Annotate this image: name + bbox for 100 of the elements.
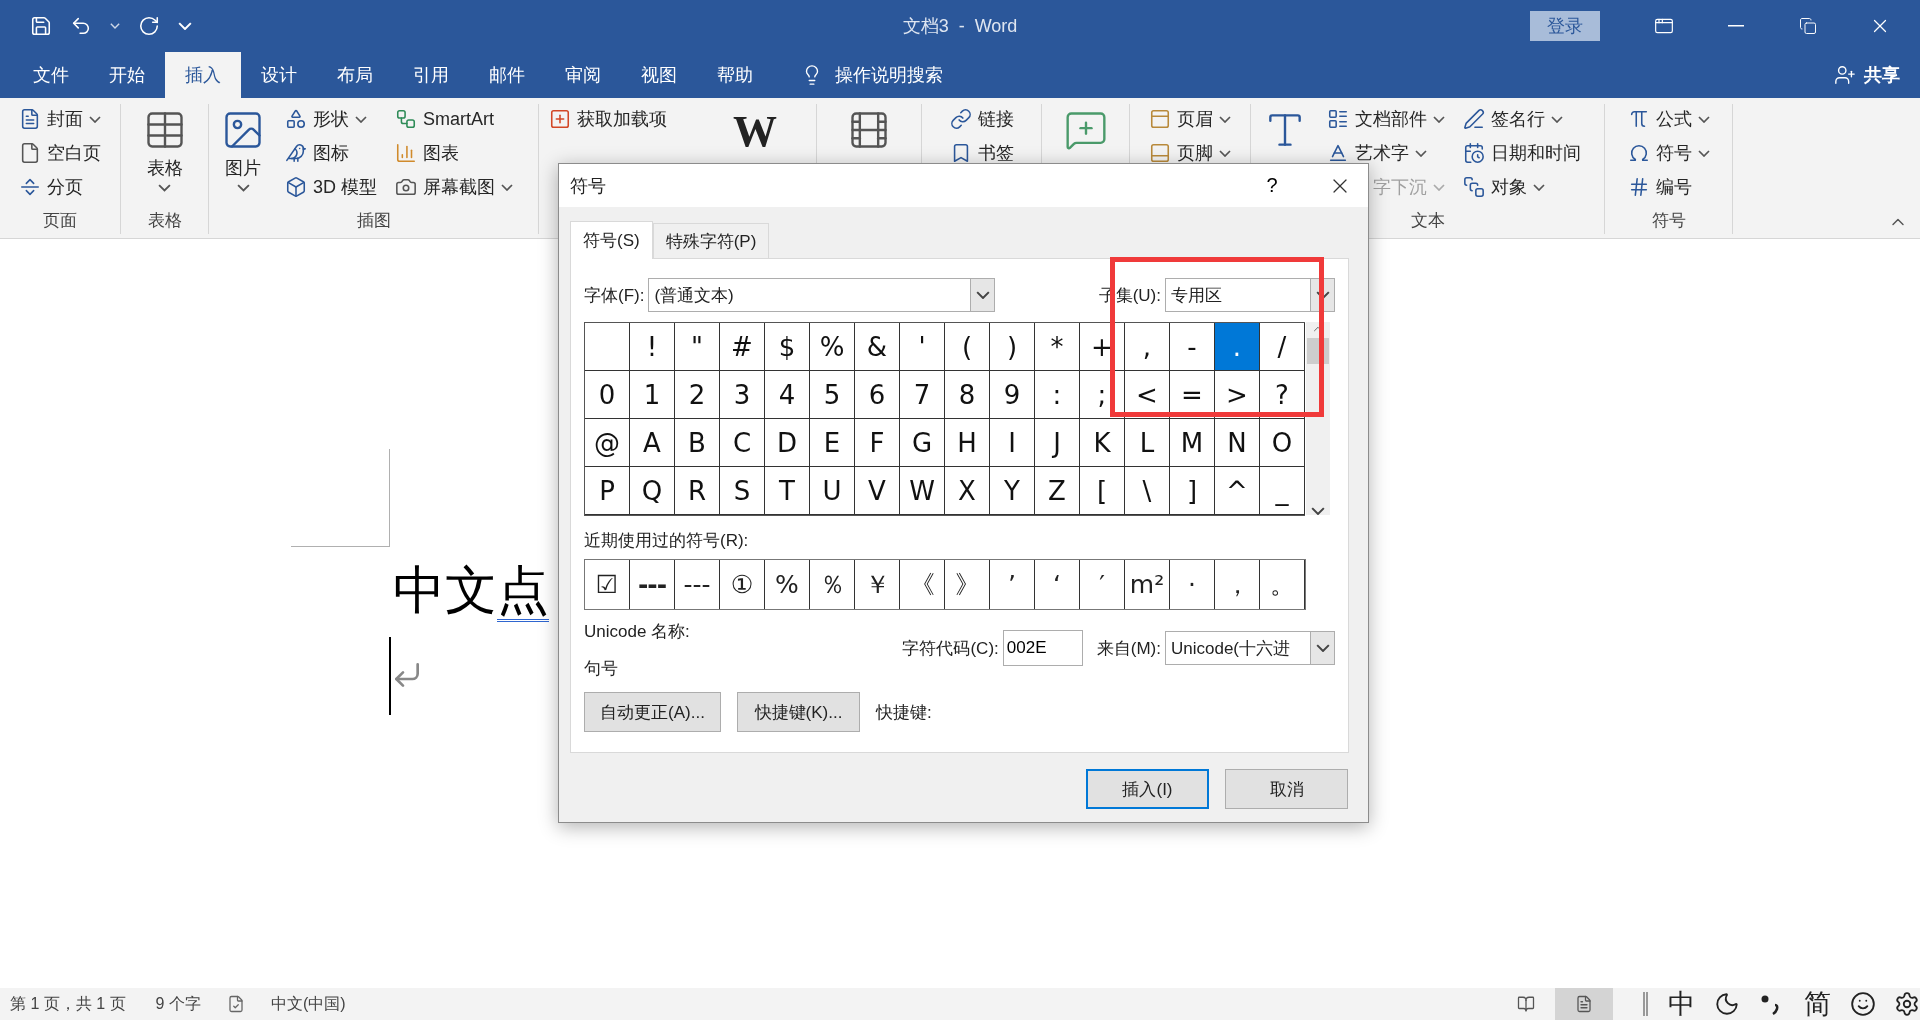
symbol-cell[interactable]: C bbox=[720, 419, 765, 467]
symbol-cell[interactable]: K bbox=[1080, 419, 1125, 467]
symbol-cell[interactable]: I bbox=[990, 419, 1035, 467]
symbol-cell[interactable]: * bbox=[1035, 323, 1080, 371]
ribbon-button[interactable]: 获取加载项 bbox=[547, 102, 669, 136]
ime-handle[interactable] bbox=[1643, 992, 1648, 1016]
shortcut-button[interactable]: 快捷键(K)... bbox=[737, 692, 860, 732]
symbol-cell[interactable] bbox=[585, 323, 630, 371]
symbol-cell[interactable]: \ bbox=[1125, 467, 1170, 515]
symbol-cell[interactable]: N bbox=[1215, 419, 1260, 467]
dialog-tab[interactable]: 符号(S) bbox=[570, 221, 653, 259]
symbol-cell[interactable]: ] bbox=[1170, 467, 1215, 515]
symbol-cell[interactable]: U bbox=[810, 467, 855, 515]
symbol-cell[interactable]: 1 bbox=[630, 371, 675, 419]
symbol-cell[interactable]: --- bbox=[630, 560, 675, 609]
symbol-cell[interactable]: m² bbox=[1125, 560, 1170, 609]
symbol-cell[interactable]: ′ bbox=[1080, 560, 1125, 609]
menu-tab[interactable]: 引用 bbox=[393, 52, 469, 98]
menu-tab[interactable]: 布局 bbox=[317, 52, 393, 98]
symbol-cell[interactable]: ① bbox=[720, 560, 765, 609]
symbol-cell[interactable]: ☑ bbox=[585, 560, 630, 609]
ribbon-button[interactable]: 图表 bbox=[393, 136, 515, 170]
symbol-cell[interactable]: ￥ bbox=[855, 560, 900, 609]
symbol-cell[interactable]: ? bbox=[1260, 371, 1305, 419]
symbol-cell[interactable]: 9 bbox=[990, 371, 1035, 419]
ribbon-button[interactable]: 书签 bbox=[947, 136, 1016, 170]
symbol-cell[interactable]: : bbox=[1035, 371, 1080, 419]
symbol-cell[interactable]: @ bbox=[585, 419, 630, 467]
sign-in-button[interactable]: 登录 bbox=[1530, 11, 1600, 41]
menu-tab[interactable]: 邮件 bbox=[469, 52, 545, 98]
ribbon-button[interactable]: 表格 bbox=[138, 102, 191, 206]
symbol-cell[interactable]: $ bbox=[765, 323, 810, 371]
symbol-cell[interactable]: Q bbox=[630, 467, 675, 515]
symbol-cell[interactable]: Z bbox=[1035, 467, 1080, 515]
symbol-cell[interactable]: / bbox=[1260, 323, 1305, 371]
symbol-cell[interactable]: ( bbox=[945, 323, 990, 371]
ribbon-button[interactable]: 分页 bbox=[17, 170, 103, 204]
symbol-cell[interactable]: E bbox=[810, 419, 855, 467]
ribbon-button[interactable]: 对象 bbox=[1461, 170, 1583, 204]
ribbon-button[interactable]: 空白页 bbox=[17, 136, 103, 170]
symbol-cell[interactable]: 0 bbox=[585, 371, 630, 419]
menu-tab[interactable]: 开始 bbox=[89, 52, 165, 98]
symbol-cell[interactable]: ‘ bbox=[1035, 560, 1080, 609]
symbol-cell[interactable]: V bbox=[855, 467, 900, 515]
symbol-cell[interactable]: 5 bbox=[810, 371, 855, 419]
ribbon-button[interactable]: 封面 bbox=[17, 102, 103, 136]
font-dropdown[interactable]: (普通文本) bbox=[648, 278, 996, 312]
symbol-cell[interactable]: ’ bbox=[990, 560, 1035, 609]
dialog-tab[interactable]: 特殊字符(P) bbox=[652, 223, 770, 258]
symbol-cell[interactable]: # bbox=[720, 323, 765, 371]
ribbon-button[interactable]: 链接 bbox=[947, 102, 1016, 136]
symbol-cell[interactable]: < bbox=[1125, 371, 1170, 419]
symbol-cell[interactable]: 2 bbox=[675, 371, 720, 419]
ime-mode[interactable]: 中 bbox=[1666, 986, 1696, 1020]
ribbon-button[interactable]: 图标 bbox=[283, 136, 379, 170]
symbol-cell[interactable]: 》 bbox=[945, 560, 990, 609]
ribbon-button[interactable]: 签名行 bbox=[1461, 102, 1583, 136]
symbol-cell[interactable]: & bbox=[855, 323, 900, 371]
autocorrect-button[interactable]: 自动更正(A)... bbox=[584, 692, 721, 732]
symbol-cell[interactable]: - bbox=[1170, 323, 1215, 371]
symbol-cell[interactable]: --- bbox=[675, 560, 720, 609]
ribbon-button[interactable]: 符号 bbox=[1625, 136, 1712, 170]
symbol-cell[interactable]: D bbox=[765, 419, 810, 467]
symbol-cell[interactable]: , bbox=[1125, 323, 1170, 371]
symbol-cell[interactable]: 7 bbox=[900, 371, 945, 419]
ribbon-button[interactable]: 页眉 bbox=[1147, 102, 1233, 136]
symbol-cell[interactable]: ^ bbox=[1215, 467, 1260, 515]
symbol-cell[interactable]: 《 bbox=[900, 560, 945, 609]
symbol-cell[interactable]: O bbox=[1260, 419, 1305, 467]
symbol-cell[interactable]: F bbox=[855, 419, 900, 467]
symbol-cell[interactable]: 8 bbox=[945, 371, 990, 419]
ribbon-button[interactable]: 编号 bbox=[1625, 170, 1712, 204]
page-count[interactable]: 第 1 页，共 1 页 bbox=[10, 993, 126, 1015]
menu-tab[interactable]: 视图 bbox=[621, 52, 697, 98]
tell-me-search[interactable]: 操作说明搜索 bbox=[795, 52, 949, 98]
symbol-cell[interactable]: G bbox=[900, 419, 945, 467]
symbol-cell[interactable]: M bbox=[1170, 419, 1215, 467]
symbol-cell[interactable]: 4 bbox=[765, 371, 810, 419]
symbol-cell[interactable]: 6 bbox=[855, 371, 900, 419]
ribbon-button[interactable]: SmartArt bbox=[393, 102, 515, 136]
menu-tab[interactable]: 审阅 bbox=[545, 52, 621, 98]
ribbon-button[interactable]: 屏幕截图 bbox=[393, 170, 515, 204]
word-count[interactable]: 9 个字 bbox=[155, 993, 201, 1015]
symbol-cell[interactable]: ) bbox=[990, 323, 1035, 371]
ribbon-button[interactable]: 形状 bbox=[283, 102, 379, 136]
ribbon-button[interactable]: 日期和时间 bbox=[1461, 136, 1583, 170]
symbol-cell[interactable]: ， bbox=[1215, 560, 1260, 609]
ribbon-button[interactable]: 页脚 bbox=[1147, 136, 1233, 170]
ribbon-button[interactable]: 3D 模型 bbox=[283, 170, 379, 204]
menu-tab[interactable]: 文件 bbox=[13, 52, 89, 98]
symbol-cell[interactable]: L bbox=[1125, 419, 1170, 467]
symbol-cell[interactable]: ! bbox=[630, 323, 675, 371]
symbol-cell[interactable]: % bbox=[810, 323, 855, 371]
symbol-cell[interactable]: ％ bbox=[810, 560, 855, 609]
symbol-cell[interactable]: X bbox=[945, 467, 990, 515]
share-button[interactable]: 共享 bbox=[1828, 52, 1906, 98]
view-button[interactable] bbox=[1555, 988, 1613, 1020]
menu-tab[interactable]: 设计 bbox=[241, 52, 317, 98]
symbol-cell[interactable]: = bbox=[1170, 371, 1215, 419]
symbol-cell[interactable]: A bbox=[630, 419, 675, 467]
